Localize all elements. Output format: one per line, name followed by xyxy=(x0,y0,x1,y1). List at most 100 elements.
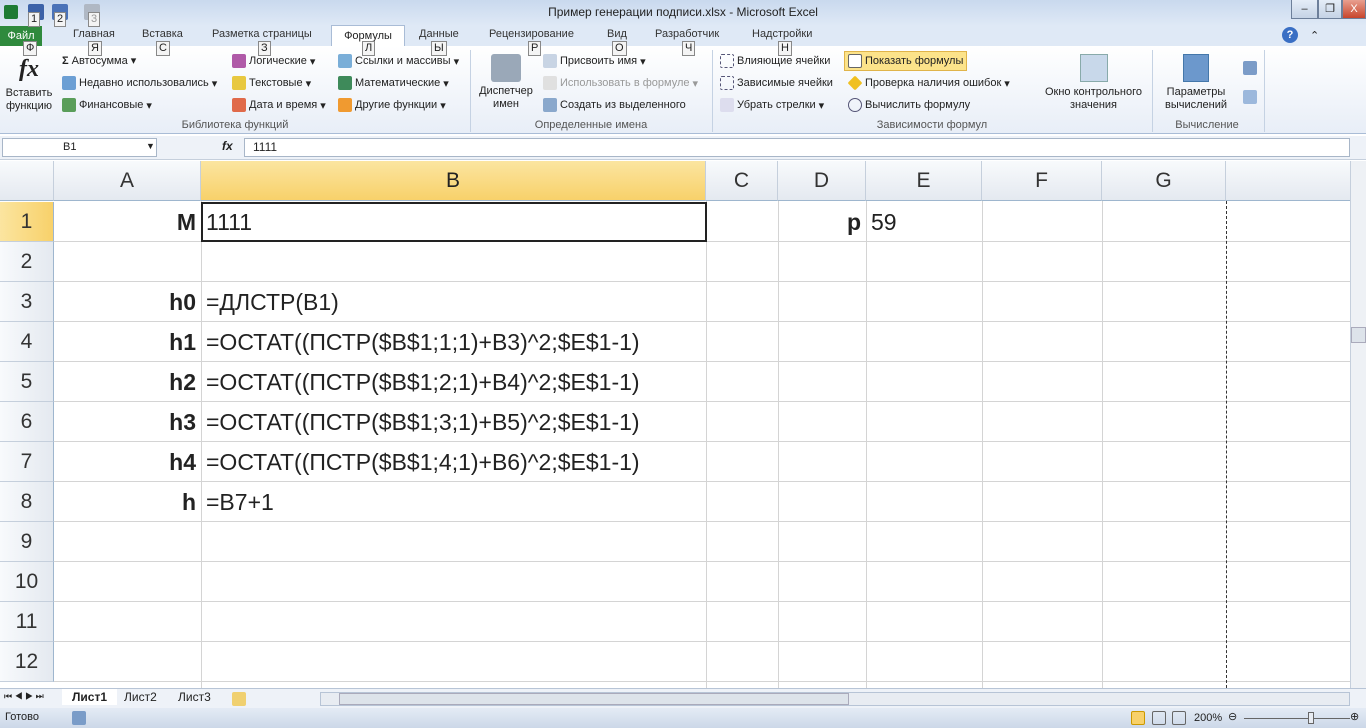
column-header-b[interactable]: B xyxy=(201,161,706,201)
row-header-3[interactable]: 3 xyxy=(0,282,54,322)
column-header-d[interactable]: D xyxy=(778,161,866,201)
math-button[interactable]: Математические ▾ xyxy=(338,76,449,90)
insert-sheet-icon[interactable] xyxy=(232,692,246,706)
row-header-1[interactable]: 1 xyxy=(0,202,54,242)
remove-arrows-button[interactable]: Убрать стрелки ▾ xyxy=(720,98,824,112)
normal-view-icon[interactable] xyxy=(1131,711,1145,725)
lookup-button[interactable]: Ссылки и массивы ▾ xyxy=(338,54,459,68)
cell-b5[interactable]: =ОСТАТ((ПСТР($B$1;2;1)+B4)^2;$E$1-1) xyxy=(201,362,645,402)
spreadsheet-grid[interactable]: A B C D E F G 1 2 3 4 5 6 7 8 9 10 11 12 M 1111 p 5… xyxy=(0,161,1350,688)
create-from-selection-button[interactable]: Создать из выделенного xyxy=(543,98,686,112)
recent-functions-button[interactable]: Недавно использовались ▾ xyxy=(62,76,217,90)
restore-button[interactable]: ❐ xyxy=(1318,0,1342,19)
help-icon[interactable]: ? xyxy=(1282,27,1298,43)
chevron-down-icon[interactable]: ▼ xyxy=(146,141,155,151)
watch-window-icon xyxy=(1079,54,1108,82)
row-header-8[interactable]: 8 xyxy=(0,482,54,522)
trace-dependents-button[interactable]: Зависимые ячейки xyxy=(720,76,833,90)
row-header-2[interactable]: 2 xyxy=(0,242,54,282)
row-header-6[interactable]: 6 xyxy=(0,402,54,442)
tab-home[interactable]: Главная xyxy=(73,28,115,40)
page-layout-view-icon[interactable] xyxy=(1152,711,1166,725)
column-header-a[interactable]: A xyxy=(54,161,201,201)
row-header-12[interactable]: 12 xyxy=(0,642,54,682)
column-header-c[interactable]: C xyxy=(706,161,778,201)
evaluate-icon xyxy=(848,98,862,112)
tab-developer[interactable]: Разработчик xyxy=(655,28,719,40)
zoom-out-icon[interactable]: ⊖ xyxy=(1228,710,1237,723)
cell-a3[interactable]: h0 xyxy=(54,282,201,322)
column-header-h[interactable] xyxy=(1226,161,1350,201)
sheet-tab-1[interactable]: Лист1 xyxy=(62,689,118,705)
use-in-formula-button[interactable]: Использовать в формуле ▾ xyxy=(543,76,698,90)
name-manager-button[interactable]: Диспетчер имен xyxy=(476,54,536,111)
evaluate-formula-button[interactable]: Вычислить формулу xyxy=(848,98,970,112)
cell-a7[interactable]: h4 xyxy=(54,442,201,482)
fx-small-icon xyxy=(543,76,557,90)
show-formulas-button[interactable]: Показать формулы xyxy=(844,51,968,71)
macro-record-icon[interactable] xyxy=(72,711,86,725)
cell-b4[interactable]: =ОСТАТ((ПСТР($B$1;1;1)+B3)^2;$E$1-1) xyxy=(201,322,645,362)
logical-button[interactable]: Логические ▾ xyxy=(232,54,315,68)
tab-data[interactable]: Данные xyxy=(419,28,459,40)
sigma-icon: Σ xyxy=(62,54,69,67)
name-box[interactable]: B1 xyxy=(2,138,157,157)
cell-b8[interactable]: =B7+1 xyxy=(201,482,279,522)
insert-function-icon[interactable]: fx xyxy=(222,139,233,153)
scroll-thumb[interactable] xyxy=(1351,327,1366,343)
cell-d1[interactable]: p xyxy=(778,202,866,242)
cell-b3[interactable]: =ДЛСТР(B1) xyxy=(201,282,344,322)
sheet-tab-2[interactable]: Лист2 xyxy=(124,690,157,704)
tab-page-layout[interactable]: Разметка страницы xyxy=(212,28,312,40)
text-button[interactable]: Текстовые ▾ xyxy=(232,76,311,90)
row-header-9[interactable]: 9 xyxy=(0,522,54,562)
cell-b7[interactable]: =ОСТАТ((ПСТР($B$1;4;1)+B6)^2;$E$1-1) xyxy=(201,442,645,482)
column-header-f[interactable]: F xyxy=(982,161,1102,201)
scroll-thumb[interactable] xyxy=(339,693,849,705)
cell-a8[interactable]: h xyxy=(54,482,201,522)
zoom-in-icon[interactable]: ⊕ xyxy=(1350,710,1359,723)
define-name-button[interactable]: Присвоить имя ▾ xyxy=(543,54,646,68)
vertical-scrollbar[interactable] xyxy=(1350,161,1366,688)
calc-options-button[interactable]: Параметры вычислений xyxy=(1156,54,1236,112)
tab-view[interactable]: Вид xyxy=(607,28,627,40)
row-header-11[interactable]: 11 xyxy=(0,602,54,642)
tab-insert[interactable]: Вставка xyxy=(142,28,183,40)
cell-e1[interactable]: 59 xyxy=(866,202,902,242)
insert-function-button[interactable]: fx Вставить функцию xyxy=(4,56,54,113)
close-button[interactable]: X xyxy=(1342,0,1366,19)
minimize-button[interactable]: – xyxy=(1291,0,1318,19)
row-header-7[interactable]: 7 xyxy=(0,442,54,482)
error-checking-button[interactable]: Проверка наличия ошибок ▾ xyxy=(847,75,1010,91)
select-all-button[interactable] xyxy=(0,161,54,201)
cell-a4[interactable]: h1 xyxy=(54,322,201,362)
horizontal-scrollbar[interactable] xyxy=(320,692,1350,706)
ribbon-minimize-icon[interactable]: ⌃ xyxy=(1310,29,1319,42)
column-header-g[interactable]: G xyxy=(1102,161,1226,201)
row-header-10[interactable]: 10 xyxy=(0,562,54,602)
row-header-5[interactable]: 5 xyxy=(0,362,54,402)
row-header-4[interactable]: 4 xyxy=(0,322,54,362)
formula-input[interactable]: 1111 xyxy=(244,138,1350,157)
financial-button[interactable]: Финансовые ▾ xyxy=(62,98,152,112)
calculate-sheet-icon[interactable] xyxy=(1243,90,1257,104)
tab-addins[interactable]: Надстройки xyxy=(752,28,812,40)
tab-review[interactable]: Рецензирование xyxy=(489,28,574,40)
zoom-slider-handle[interactable] xyxy=(1308,712,1314,724)
date-time-button[interactable]: Дата и время ▾ xyxy=(232,98,326,112)
sheet-tab-3[interactable]: Лист3 xyxy=(178,690,211,704)
more-functions-button[interactable]: Другие функции ▾ xyxy=(338,98,446,112)
show-formulas-icon xyxy=(848,54,862,68)
watch-window-button[interactable]: Окно контрольного значения xyxy=(1036,54,1151,112)
page-break-view-icon[interactable] xyxy=(1172,711,1186,725)
cell-a6[interactable]: h3 xyxy=(54,402,201,442)
zoom-level[interactable]: 200% xyxy=(1194,712,1222,724)
trace-precedents-button[interactable]: Влияющие ячейки xyxy=(720,54,830,68)
cell-b6[interactable]: =ОСТАТ((ПСТР($B$1;3;1)+B5)^2;$E$1-1) xyxy=(201,402,645,442)
cell-a1[interactable]: M xyxy=(54,202,201,242)
sheet-nav-arrows-icon[interactable]: ⏮ ◀ ▶ ⏭ xyxy=(4,691,44,702)
calculate-now-icon[interactable] xyxy=(1243,61,1257,75)
cell-a5[interactable]: h2 xyxy=(54,362,201,402)
column-header-e[interactable]: E xyxy=(866,161,982,201)
zoom-slider[interactable] xyxy=(1244,718,1350,719)
